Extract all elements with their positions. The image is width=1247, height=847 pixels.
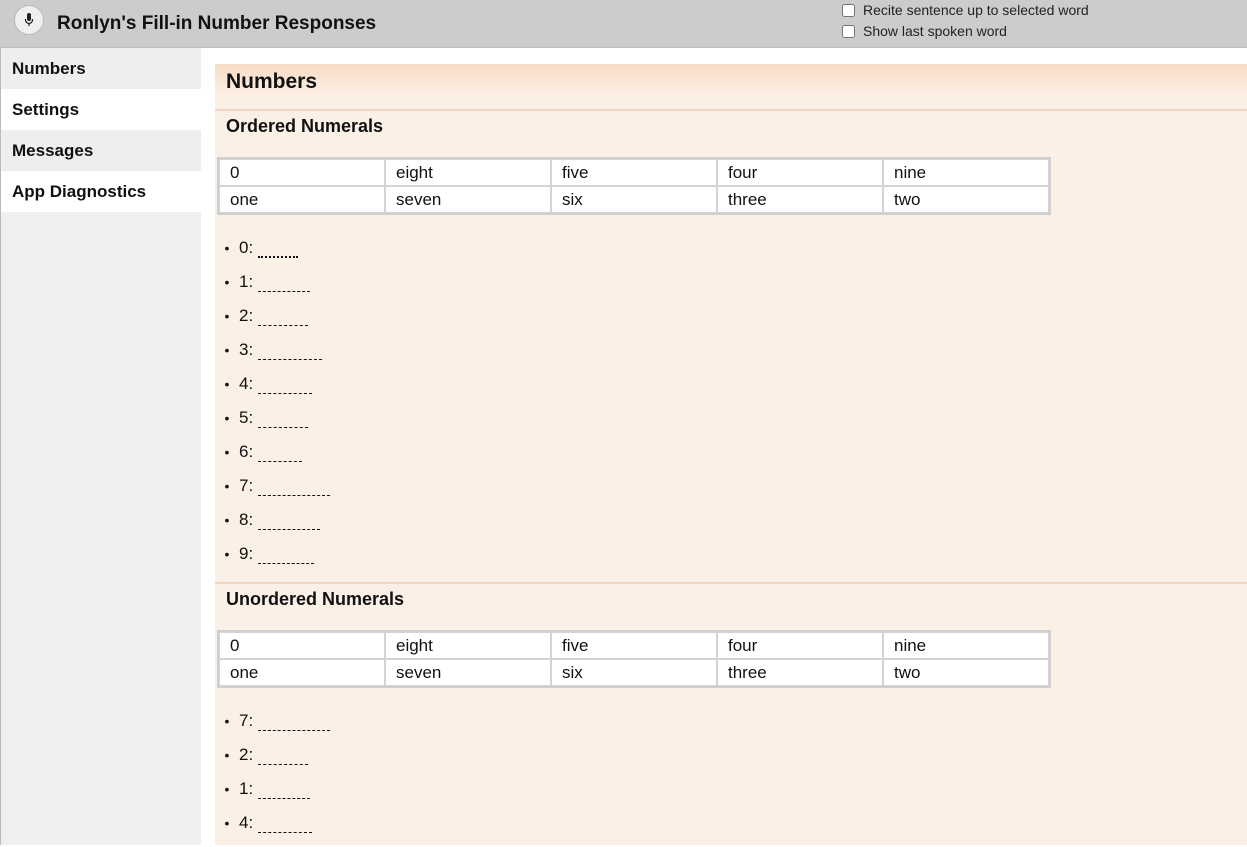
item-label: 2: xyxy=(239,306,254,325)
table-cell[interactable]: two xyxy=(883,659,1049,686)
recite-sentence-checkbox[interactable] xyxy=(842,3,855,17)
page-title: Numbers xyxy=(226,70,318,93)
table-cell[interactable]: five xyxy=(551,632,717,659)
answer-blank[interactable] xyxy=(258,813,313,833)
table-cell[interactable]: four xyxy=(717,632,883,659)
table-cell[interactable]: eight xyxy=(385,159,551,186)
item-label: 2: xyxy=(239,745,254,764)
answer-blank[interactable] xyxy=(258,745,309,765)
recite-sentence-label: Recite sentence up to selected word xyxy=(863,2,1089,18)
ordered-numerals-table: 0 eight five four nine one seven six thr… xyxy=(217,157,1051,215)
unordered-response-list: 7: 2: 1: 4: xyxy=(215,711,331,847)
item-label: 9: xyxy=(239,544,254,563)
answer-blank[interactable] xyxy=(258,272,311,292)
table-cell[interactable]: three xyxy=(717,186,883,213)
table-cell[interactable]: nine xyxy=(883,632,1049,659)
answer-blank[interactable] xyxy=(258,238,299,258)
table-row: 0 eight five four nine xyxy=(219,159,1049,186)
item-label: 3: xyxy=(239,340,254,359)
table-cell[interactable]: one xyxy=(219,186,385,213)
table-cell[interactable]: one xyxy=(219,659,385,686)
sidebar-item-numbers[interactable]: Numbers xyxy=(1,48,201,89)
list-item: 4: xyxy=(215,374,330,408)
table-cell[interactable]: six xyxy=(551,186,717,213)
microphone-button[interactable] xyxy=(14,5,44,35)
sidebar-item-app-diagnostics[interactable]: App Diagnostics xyxy=(1,171,201,212)
main-content: Numbers Ordered Numerals 0 eight five fo… xyxy=(215,64,1247,845)
main-header xyxy=(215,64,1247,111)
item-label: 8: xyxy=(239,510,254,529)
answer-blank[interactable] xyxy=(258,544,315,564)
unordered-numerals-table: 0 eight five four nine one seven six thr… xyxy=(217,630,1051,688)
list-item: 4: xyxy=(215,813,330,847)
answer-blank[interactable] xyxy=(258,306,309,326)
list-item: 2: xyxy=(215,306,330,340)
item-label: 7: xyxy=(239,476,254,495)
table-cell[interactable]: four xyxy=(717,159,883,186)
list-item: 5: xyxy=(215,408,330,442)
answer-blank[interactable] xyxy=(258,779,311,799)
answer-blank[interactable] xyxy=(258,442,303,462)
list-item: 1: xyxy=(215,779,330,813)
app-header: Ronlyn's Fill-in Number Responses Recite… xyxy=(0,0,1247,48)
show-last-word-checkbox[interactable] xyxy=(842,24,855,38)
list-item: 7: xyxy=(215,476,331,510)
list-item: 6: xyxy=(215,442,330,476)
ordered-numerals-title: Ordered Numerals xyxy=(226,116,384,136)
item-label: 5: xyxy=(239,408,254,427)
show-last-word-label: Show last spoken word xyxy=(863,23,1007,39)
answer-blank[interactable] xyxy=(258,374,313,394)
list-item: 3: xyxy=(215,340,330,374)
table-cell[interactable]: five xyxy=(551,159,717,186)
table-row: 0 eight five four nine xyxy=(219,632,1049,659)
ordered-response-list: 0: 1: 2: 3: 4: 5: 6: 7: 8: 9: xyxy=(215,238,331,578)
answer-blank[interactable] xyxy=(258,340,323,360)
sidebar-item-messages[interactable]: Messages xyxy=(1,130,201,171)
show-last-word-option[interactable]: Show last spoken word xyxy=(842,23,1007,39)
list-item: 0: xyxy=(215,238,330,272)
answer-blank[interactable] xyxy=(258,510,321,530)
sidebar: Numbers Settings Messages App Diagnostic… xyxy=(0,48,201,845)
item-label: 4: xyxy=(239,374,254,393)
sidebar-item-settings[interactable]: Settings xyxy=(1,89,201,130)
item-label: 4: xyxy=(239,813,254,832)
answer-blank[interactable] xyxy=(258,711,331,731)
item-label: 1: xyxy=(239,779,254,798)
app-title: Ronlyn's Fill-in Number Responses xyxy=(57,13,377,34)
section-divider xyxy=(215,582,1247,584)
table-cell[interactable]: 0 xyxy=(219,159,385,186)
answer-blank[interactable] xyxy=(258,408,309,428)
table-cell[interactable]: seven xyxy=(385,659,551,686)
item-label: 1: xyxy=(239,272,254,291)
table-row: one seven six three two xyxy=(219,659,1049,686)
list-item: 1: xyxy=(215,272,330,306)
table-cell[interactable]: three xyxy=(717,659,883,686)
table-cell[interactable]: 0 xyxy=(219,632,385,659)
item-label: 0: xyxy=(239,238,254,257)
list-item: 9: xyxy=(215,544,330,578)
microphone-icon xyxy=(24,13,34,26)
table-cell[interactable]: seven xyxy=(385,186,551,213)
list-item: 7: xyxy=(215,711,331,745)
answer-blank[interactable] xyxy=(258,476,331,496)
recite-sentence-option[interactable]: Recite sentence up to selected word xyxy=(842,2,1089,18)
table-cell[interactable]: six xyxy=(551,659,717,686)
table-cell[interactable]: two xyxy=(883,186,1049,213)
table-row: one seven six three two xyxy=(219,186,1049,213)
table-cell[interactable]: nine xyxy=(883,159,1049,186)
list-item: 8: xyxy=(215,510,330,544)
table-cell[interactable]: eight xyxy=(385,632,551,659)
unordered-numerals-title: Unordered Numerals xyxy=(226,589,405,609)
list-item: 2: xyxy=(215,745,330,779)
item-label: 7: xyxy=(239,711,254,730)
item-label: 6: xyxy=(239,442,254,461)
